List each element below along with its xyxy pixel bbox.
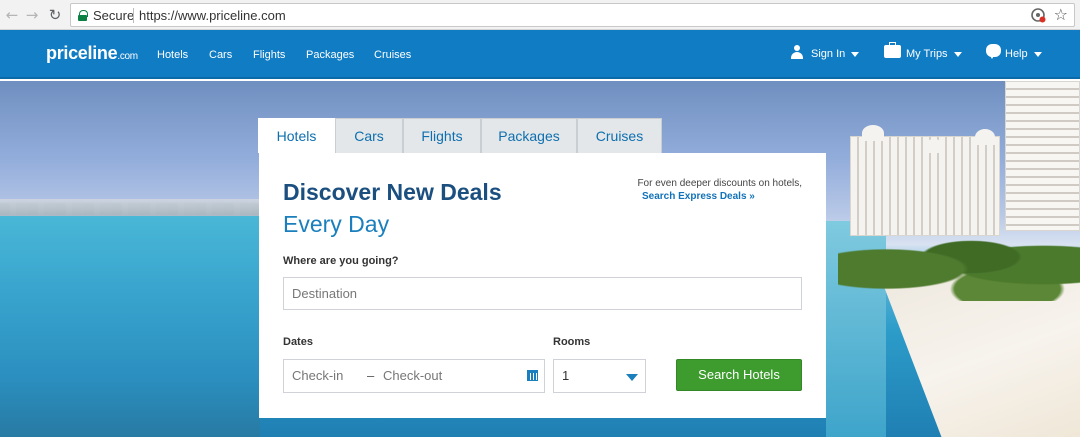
sea-left: [0, 216, 260, 437]
rooms-label: Rooms: [553, 336, 591, 348]
tab-hotels[interactable]: Hotels: [258, 118, 335, 153]
user-icon: [790, 45, 804, 59]
calendar-icon[interactable]: [527, 370, 538, 381]
reload-icon[interactable]: ↻: [46, 6, 64, 24]
hotel-dome: [862, 125, 884, 141]
briefcase-icon: [884, 42, 901, 58]
nav-flights[interactable]: Flights: [253, 49, 285, 61]
search-hotels-button[interactable]: Search Hotels: [676, 359, 802, 391]
date-range-field[interactable]: Check-in – Check-out: [283, 359, 545, 393]
hotel-dome: [975, 129, 995, 145]
panel-subtitle: Every Day: [283, 211, 390, 237]
checkout-input[interactable]: Check-out: [383, 360, 442, 391]
horizon-haze: [0, 199, 260, 217]
tab-flights[interactable]: Flights: [403, 118, 481, 153]
nav-cars[interactable]: Cars: [209, 49, 232, 61]
dates-label: Dates: [283, 336, 313, 348]
chevron-down-icon: [1033, 51, 1042, 57]
priceline-logo[interactable]: priceline.com: [46, 43, 138, 64]
sign-in-menu[interactable]: Sign In: [811, 48, 860, 60]
chevron-down-icon: [626, 374, 638, 381]
site-header: priceline.com Hotels Cars Flights Packag…: [0, 30, 1080, 79]
checkin-input[interactable]: Check-in: [292, 368, 343, 383]
extension-icon[interactable]: [1030, 7, 1046, 23]
bookmark-star-icon[interactable]: ☆: [1054, 5, 1068, 24]
secure-label: Secure: [93, 8, 135, 23]
url-text[interactable]: https://www.priceline.com: [139, 8, 286, 23]
hotel-search-panel: Discover New Deals Every Day For even de…: [259, 153, 826, 418]
panel-title: Discover New Deals: [283, 179, 502, 205]
destination-label: Where are you going?: [283, 255, 399, 267]
help-bubble-icon: [986, 44, 1001, 59]
lock-icon: [78, 10, 88, 21]
hotel-dome: [925, 139, 943, 153]
hotel-tower: [1005, 81, 1080, 231]
nav-packages[interactable]: Packages: [306, 49, 354, 61]
rooms-select[interactable]: 1: [553, 359, 646, 393]
forward-arrow-icon[interactable]: →: [23, 6, 41, 24]
address-bar[interactable]: Secure https://www.priceline.com ☆: [70, 3, 1075, 27]
tab-cruises[interactable]: Cruises: [577, 118, 662, 153]
help-menu[interactable]: Help: [1005, 48, 1042, 60]
address-separator: [133, 8, 134, 23]
tab-cars[interactable]: Cars: [335, 118, 403, 153]
my-trips-menu[interactable]: My Trips: [906, 48, 962, 60]
nav-hotels[interactable]: Hotels: [157, 49, 188, 61]
back-arrow-icon[interactable]: ←: [3, 6, 21, 24]
destination-input[interactable]: Destination: [283, 277, 802, 310]
chevron-down-icon: [953, 51, 962, 57]
palm-trees: [838, 221, 1080, 301]
rooms-value: 1: [562, 368, 570, 383]
date-separator: –: [367, 368, 375, 383]
browser-toolbar: ← → ↻ Secure https://www.priceline.com ☆: [0, 0, 1080, 30]
chevron-down-icon: [851, 51, 860, 57]
promo-text: For even deeper discounts on hotels,: [637, 178, 802, 189]
nav-cruises[interactable]: Cruises: [374, 49, 411, 61]
tab-packages[interactable]: Packages: [481, 118, 577, 153]
express-deals-link[interactable]: Search Express Deals »: [642, 191, 755, 202]
